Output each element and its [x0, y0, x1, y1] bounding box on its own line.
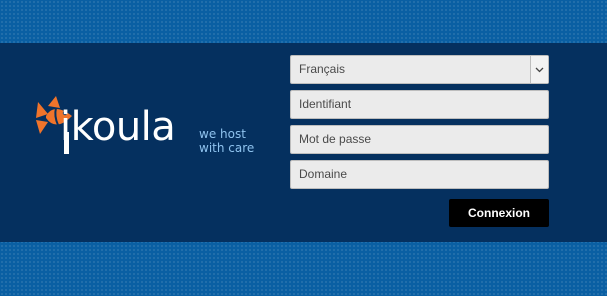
brand-logo: ikoula we host with care [34, 94, 264, 158]
domain-placeholder: Domaine [299, 167, 348, 181]
password-input[interactable]: Mot de passe [290, 125, 549, 154]
tagline-line-2: with care [199, 141, 255, 155]
tagline-line-1: we host [199, 127, 246, 141]
language-select[interactable]: Français [290, 55, 549, 84]
connexion-button[interactable]: Connexion [449, 199, 549, 227]
login-page: ikoula we host with care Français Identi… [0, 0, 607, 296]
chevron-down-icon[interactable] [530, 56, 548, 83]
identifier-placeholder: Identifiant [299, 97, 352, 111]
brand-wordmark: ikoula [60, 104, 176, 150]
brand-tagline: we host with care [199, 127, 254, 155]
login-form: Français Identifiant Mot de passe Domain… [290, 55, 549, 227]
password-placeholder: Mot de passe [299, 132, 372, 146]
domain-input[interactable]: Domaine [290, 160, 549, 189]
identifier-input[interactable]: Identifiant [290, 90, 549, 119]
language-select-value: Français [299, 62, 346, 76]
